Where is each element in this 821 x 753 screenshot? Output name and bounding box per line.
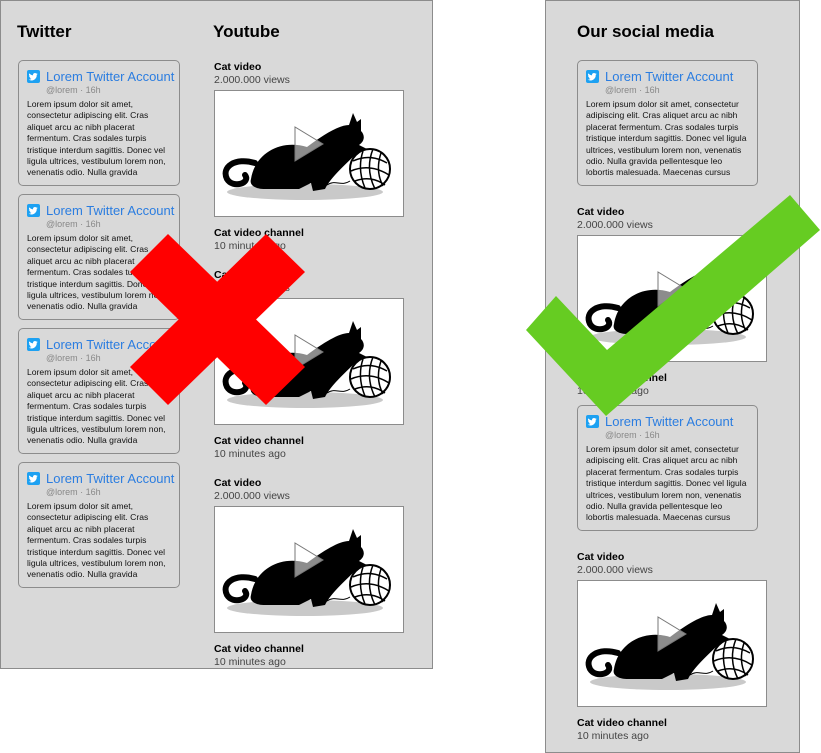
good-layout-panel: Our social media Lorem Twitter Account @… (545, 0, 800, 753)
twitter-icon (27, 337, 40, 351)
video-title[interactable]: Cat video (577, 206, 767, 218)
video-card[interactable]: Cat video 2.000.000 views Cat video chan… (214, 477, 404, 668)
video-channel[interactable]: Cat video channel (214, 643, 404, 655)
bad-layout-panel: Twitter Youtube Lorem Twitter Account @l… (0, 0, 433, 669)
video-age: 10 minutes ago (214, 656, 286, 668)
twitter-icon (27, 471, 40, 485)
twitter-heading: Twitter (17, 22, 72, 41)
twitter-icon (586, 414, 599, 428)
video-channel[interactable]: Cat video channel (214, 435, 404, 447)
tweet-body: Lorem ipsum dolor sit amet, consectetur … (586, 444, 747, 523)
video-views: 2.000.000 views (577, 219, 653, 231)
video-channel[interactable]: Cat video channel (577, 372, 767, 384)
tweet-handle: @lorem · 16h (46, 487, 101, 497)
tweet-card[interactable]: Lorem Twitter Account @lorem · 16h Lorem… (577, 405, 758, 531)
tweet-account[interactable]: Lorem Twitter Account (46, 69, 174, 84)
cat-illustration (578, 236, 766, 361)
tweet-account[interactable]: Lorem Twitter Account (605, 69, 733, 84)
tweet-card[interactable]: Lorem Twitter Account @lorem · 16h Lorem… (18, 328, 180, 454)
tweet-handle: @lorem · 16h (605, 85, 660, 95)
video-card[interactable]: Cat video 2.000.000 views Cat video chan… (214, 61, 404, 252)
tweet-handle: @lorem · 16h (46, 85, 101, 95)
video-views: 2.000.000 views (214, 74, 290, 86)
video-views: 2.000.000 views (577, 564, 653, 576)
video-age: 10 minutes ago (577, 730, 649, 742)
tweet-body: Lorem ipsum dolor sit amet, consectetur … (586, 99, 747, 178)
tweet-body: Lorem ipsum dolor sit amet, consectetur … (27, 233, 166, 312)
video-title[interactable]: Cat video (214, 61, 404, 73)
video-thumbnail[interactable] (577, 235, 767, 362)
social-media-heading: Our social media (577, 22, 714, 41)
twitter-icon (586, 69, 599, 83)
cat-illustration (578, 581, 766, 706)
youtube-heading: Youtube (213, 22, 280, 41)
tweet-handle: @lorem · 16h (46, 353, 101, 363)
video-views: 2.000.000 views (214, 282, 290, 294)
video-card[interactable]: Cat video 2.000.000 views Cat video chan… (577, 206, 767, 397)
video-title[interactable]: Cat video (214, 477, 404, 489)
cat-illustration (215, 91, 403, 216)
video-thumbnail[interactable] (214, 506, 404, 633)
video-thumbnail[interactable] (214, 298, 404, 425)
tweet-card[interactable]: Lorem Twitter Account @lorem · 16h Lorem… (577, 60, 758, 186)
tweet-account[interactable]: Lorem Twitter Account (46, 337, 174, 352)
tweet-card[interactable]: Lorem Twitter Account @lorem · 16h Lorem… (18, 462, 180, 588)
tweet-account[interactable]: Lorem Twitter Account (46, 203, 174, 218)
video-age: 10 minutes ago (214, 448, 286, 460)
video-card[interactable]: Cat video 2.000.000 views Cat video chan… (577, 551, 767, 742)
cat-illustration (215, 507, 403, 632)
video-age: 10 minutes ago (577, 385, 649, 397)
video-thumbnail[interactable] (577, 580, 767, 707)
video-views: 2.000.000 views (214, 490, 290, 502)
video-channel[interactable]: Cat video channel (577, 717, 767, 729)
tweet-account[interactable]: Lorem Twitter Account (605, 414, 733, 429)
video-age: 10 minutes ago (214, 240, 286, 252)
video-channel[interactable]: Cat video channel (214, 227, 404, 239)
twitter-icon (27, 203, 40, 217)
cat-illustration (215, 299, 403, 424)
tweet-account[interactable]: Lorem Twitter Account (46, 471, 174, 486)
tweet-handle: @lorem · 16h (46, 219, 101, 229)
video-card[interactable]: Cat video 2.000.000 views Cat video chan… (214, 269, 404, 460)
tweet-body: Lorem ipsum dolor sit amet, consectetur … (27, 367, 166, 446)
tweet-body: Lorem ipsum dolor sit amet, consectetur … (27, 501, 166, 580)
tweet-body: Lorem ipsum dolor sit amet, consectetur … (27, 99, 166, 178)
twitter-icon (27, 69, 40, 83)
tweet-handle: @lorem · 16h (605, 430, 660, 440)
video-thumbnail[interactable] (214, 90, 404, 217)
video-title[interactable]: Cat video (214, 269, 404, 281)
tweet-card[interactable]: Lorem Twitter Account @lorem · 16h Lorem… (18, 60, 180, 186)
video-title[interactable]: Cat video (577, 551, 767, 563)
tweet-card[interactable]: Lorem Twitter Account @lorem · 16h Lorem… (18, 194, 180, 320)
